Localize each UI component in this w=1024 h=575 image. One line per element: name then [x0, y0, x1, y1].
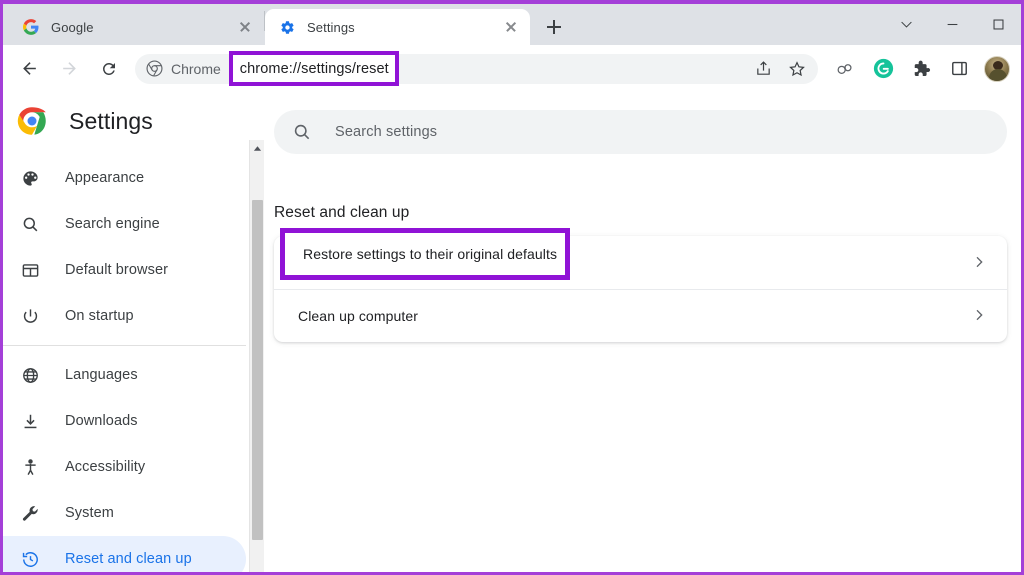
search-icon: [292, 122, 312, 142]
settings-title: Settings: [69, 107, 153, 134]
settings-content: Search settings Reset and clean up Resto…: [264, 92, 1021, 572]
tab-settings[interactable]: Settings: [265, 9, 530, 45]
sidebar-item-label: Search engine: [65, 216, 160, 232]
reload-icon[interactable]: [94, 54, 124, 84]
search-icon: [19, 213, 41, 235]
bookmark-star-icon[interactable]: [783, 55, 811, 83]
settings-page: Settings Appearance Search engine Defaul…: [3, 92, 1021, 572]
sidebar-item-search-engine[interactable]: Search engine: [3, 201, 246, 247]
omnibox-chrome-label: Chrome: [171, 60, 221, 77]
sidebar-item-label: Languages: [65, 367, 138, 383]
restore-history-icon: [19, 548, 41, 570]
sidebar-item-downloads[interactable]: Downloads: [3, 398, 246, 444]
google-g-icon: [23, 19, 39, 35]
tab-title: Google: [51, 19, 94, 35]
close-icon[interactable]: [236, 18, 254, 36]
side-panel-icon[interactable]: [944, 54, 974, 84]
chevron-right-icon: [971, 307, 989, 325]
sidebar-item-appearance[interactable]: Appearance: [3, 155, 246, 201]
wrench-icon: [19, 502, 41, 524]
search-settings-field[interactable]: Search settings: [274, 110, 1007, 154]
tab-strip: Google Settings: [3, 4, 1021, 45]
sidebar-item-label: Default browser: [65, 262, 169, 278]
tab-google[interactable]: Google: [9, 9, 264, 45]
download-icon: [19, 410, 41, 432]
profile-avatar[interactable]: [984, 55, 1010, 82]
chrome-icon: [146, 60, 163, 77]
sidebar-item-label: Appearance: [65, 170, 145, 186]
sidebar-item-label: System: [65, 505, 114, 521]
tab-title: Settings: [307, 19, 355, 35]
sidebar-item-label: Reset and clean up: [65, 551, 192, 567]
sidebar-item-label: Downloads: [65, 413, 138, 429]
omnibox-actions: [746, 55, 818, 83]
new-tab-button[interactable]: [540, 13, 568, 41]
search-placeholder: Search settings: [335, 124, 438, 140]
back-arrow-icon[interactable]: [14, 54, 44, 84]
sidebar-item-label: Accessibility: [65, 459, 146, 475]
sidebar-item-system[interactable]: System: [3, 490, 246, 536]
settings-sidebar: Settings Appearance Search engine Defaul…: [3, 92, 264, 572]
sidebar-item-label: On startup: [65, 308, 134, 324]
globe-icon: [19, 364, 41, 386]
browser-window-icon: [19, 259, 41, 281]
chrome-logo-icon: [17, 106, 47, 136]
extensions-puzzle-icon[interactable]: [906, 54, 936, 84]
settings-gear-icon: [279, 19, 295, 35]
url-highlight-annotation: chrome://settings/reset: [228, 51, 399, 86]
palette-icon: [19, 167, 41, 189]
url-text[interactable]: chrome://settings/reset: [240, 61, 389, 77]
sidebar-item-on-startup[interactable]: On startup: [3, 293, 246, 339]
row-restore-settings[interactable]: Restore settings to their original defau…: [274, 228, 1007, 289]
chevron-down-icon[interactable]: [883, 4, 929, 45]
accessibility-icon: [19, 456, 41, 478]
section-title: Reset and clean up: [274, 204, 410, 221]
power-icon: [19, 305, 41, 327]
browser-window: Google Settings Chrome chrome://settings…: [0, 0, 1024, 575]
reset-options-card: Restore settings to their original defau…: [274, 228, 1007, 342]
browser-toolbar: Chrome chrome://settings/reset: [3, 45, 1021, 92]
sidebar-divider: [3, 345, 246, 346]
sidebar-item-default-browser[interactable]: Default browser: [3, 247, 246, 293]
row-label: Clean up computer: [298, 308, 418, 324]
grammarly-icon[interactable]: [868, 54, 898, 84]
address-bar[interactable]: Chrome chrome://settings/reset: [135, 51, 818, 86]
sidebar-item-reset-and-clean-up[interactable]: Reset and clean up: [3, 536, 246, 572]
row-clean-up-computer[interactable]: Clean up computer: [274, 289, 1007, 342]
close-icon[interactable]: [502, 18, 520, 36]
minimize-icon[interactable]: [929, 4, 975, 45]
sidebar-scrollbar[interactable]: [249, 140, 264, 572]
sidebar-item-accessibility[interactable]: Accessibility: [3, 444, 246, 490]
forward-arrow-icon: [54, 54, 84, 84]
restore-settings-annotation: Restore settings to their original defau…: [280, 228, 570, 280]
settings-nav-list: Appearance Search engine Default browser…: [3, 150, 264, 572]
scroll-up-arrow-icon[interactable]: [250, 140, 264, 156]
scrollbar-thumb[interactable]: [252, 200, 263, 540]
window-controls: [883, 4, 1021, 45]
share-icon[interactable]: [749, 55, 777, 83]
sidebar-item-languages[interactable]: Languages: [3, 352, 246, 398]
link-extension-icon[interactable]: [830, 54, 860, 84]
settings-header: Settings: [3, 92, 264, 150]
maximize-icon[interactable]: [975, 4, 1021, 45]
chevron-right-icon: [971, 254, 989, 272]
